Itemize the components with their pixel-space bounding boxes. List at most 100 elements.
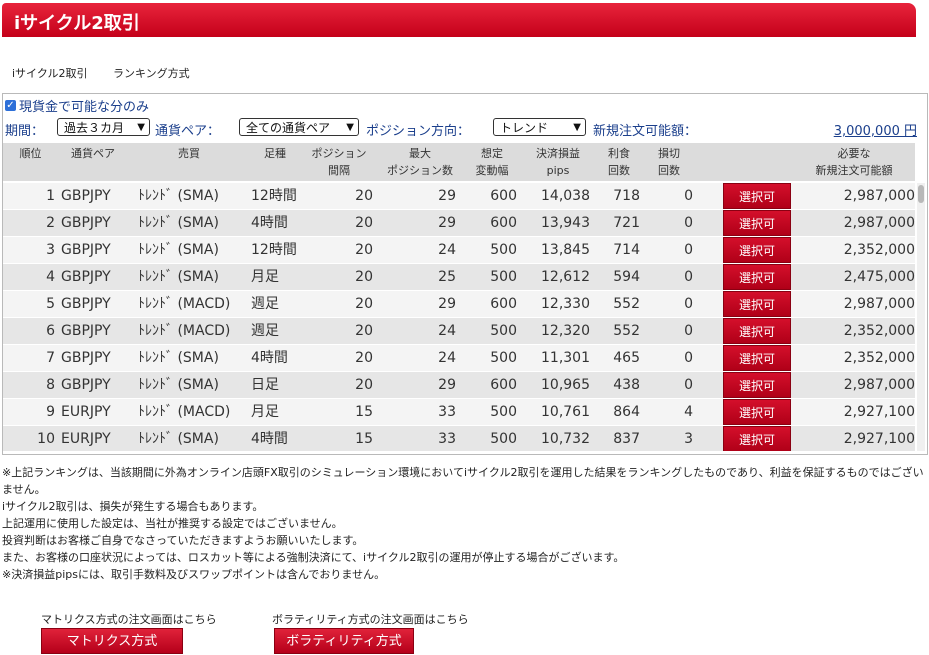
select-available-button[interactable]: 選択可 bbox=[723, 426, 791, 451]
cell-trade: ﾄﾚﾝﾄﾞ (SMA) bbox=[138, 242, 219, 258]
matrix-caption: マトリクス方式の注文画面はこちら bbox=[41, 613, 217, 626]
cell-profit-count: 438 bbox=[613, 377, 640, 393]
cell-loss-count: 0 bbox=[684, 269, 693, 285]
cell-required: 2,352,000 bbox=[843, 350, 915, 366]
cell-range: 500 bbox=[490, 431, 517, 447]
cell-loss-count: 4 bbox=[684, 404, 693, 420]
cell-timeframe: 12時間 bbox=[251, 188, 297, 204]
filter-bar: 期間： 過去３カ月 ▼ 通貨ペア： 全ての通貨ペア ▼ ポジション方向： トレン… bbox=[5, 116, 925, 140]
cell-required: 2,987,000 bbox=[843, 188, 915, 204]
cell-rank: 9 bbox=[46, 404, 55, 420]
select-available-button[interactable]: 選択可 bbox=[723, 345, 791, 371]
col-timeframe: 足種 bbox=[264, 147, 286, 160]
cell-trade: ﾄﾚﾝﾄﾞ (MACD) bbox=[138, 323, 231, 339]
select-available-button[interactable]: 選択可 bbox=[723, 264, 791, 290]
cell-pair: EURJPY bbox=[61, 404, 111, 420]
cell-max-pos: 24 bbox=[438, 242, 456, 258]
cell-required: 2,352,000 bbox=[843, 323, 915, 339]
cell-interval: 20 bbox=[355, 188, 373, 204]
table-row: 8 GBPJPY ﾄﾚﾝﾄﾞ (SMA) 日足 20 29 600 10,965 438 0 2,9… bbox=[3, 372, 915, 398]
cell-profit-count: 721 bbox=[613, 215, 640, 231]
table-header: 順位 通貨ペア 売買 足種 ポジション 間隔 最大 ポジション数 想定 変動幅 決済損… bbox=[3, 143, 915, 181]
cell-required: 2,927,100 bbox=[843, 431, 915, 447]
cell-pips: 10,761 bbox=[541, 404, 590, 420]
cell-rank: 8 bbox=[46, 377, 55, 393]
cell-pair: GBPJPY bbox=[61, 350, 111, 366]
cell-pair: EURJPY bbox=[61, 431, 111, 447]
cell-pips: 10,965 bbox=[541, 377, 590, 393]
cell-profit-count: 837 bbox=[613, 431, 640, 447]
direction-select[interactable]: トレンド ▼ bbox=[493, 118, 586, 136]
note-line: 上記運用に使用した設定は、当社が推奨する設定ではございません。 bbox=[2, 517, 343, 530]
col-trade: 売買 bbox=[178, 147, 200, 160]
cell-interval: 15 bbox=[355, 404, 373, 420]
period-select[interactable]: 過去３カ月 ▼ bbox=[57, 118, 150, 136]
cell-max-pos: 29 bbox=[438, 215, 456, 231]
note-line: また、お客様の口座状況によっては、ロスカット等による強制決済にて、iサイクル2取… bbox=[2, 551, 625, 564]
cell-rank: 4 bbox=[46, 269, 55, 285]
table-row: 7 GBPJPY ﾄﾚﾝﾄﾞ (SMA) 4時間 20 24 500 11,301 465 0 2,… bbox=[3, 345, 915, 371]
cash-only-checkbox-row[interactable]: ✓ 現貨金で可能な分のみ bbox=[5, 96, 149, 115]
cell-trade: ﾄﾚﾝﾄﾞ (SMA) bbox=[138, 215, 219, 231]
cell-max-pos: 24 bbox=[438, 350, 456, 366]
select-available-button[interactable]: 選択可 bbox=[723, 318, 791, 344]
note-line: ※決済損益pipsには、取引手数料及びスワップポイントは含んでおりません。 bbox=[2, 568, 386, 581]
note-line: 投資判断はお客様ご自身でなさっていただきますようお願いいたします。 bbox=[2, 534, 364, 547]
cell-pips: 10,732 bbox=[541, 431, 590, 447]
checkbox-checked-icon[interactable]: ✓ bbox=[5, 100, 16, 111]
margin-label: 新規注文可能額： bbox=[593, 124, 698, 139]
table-scrollbar[interactable] bbox=[917, 183, 925, 451]
col-profit-count: 利食 回数 bbox=[608, 147, 630, 177]
cell-interval: 15 bbox=[355, 431, 373, 447]
breadcrumb-item-ranking[interactable]: ランキング方式 bbox=[113, 67, 190, 80]
cell-pair: GBPJPY bbox=[61, 269, 111, 285]
volatility-mode-button[interactable]: ボラティリティ方式 bbox=[274, 628, 414, 654]
select-available-button[interactable]: 選択可 bbox=[723, 210, 791, 236]
cell-trade: ﾄﾚﾝﾄﾞ (SMA) bbox=[138, 377, 219, 393]
cash-only-label: 現貨金で可能な分のみ bbox=[19, 100, 150, 115]
page-header: iサイクル2取引 bbox=[2, 3, 916, 37]
margin-amount-link[interactable]: 3,000,000 円 bbox=[834, 120, 917, 139]
breadcrumb-item-icycle2[interactable]: iサイクル2取引 bbox=[12, 67, 88, 80]
select-available-button[interactable]: 選択可 bbox=[723, 399, 791, 425]
cell-profit-count: 714 bbox=[613, 242, 640, 258]
cell-max-pos: 29 bbox=[438, 296, 456, 312]
pair-select[interactable]: 全ての通貨ペア ▼ bbox=[239, 118, 359, 136]
table-row: 6 GBPJPY ﾄﾚﾝﾄﾞ (MACD) 週足 20 24 500 12,320 552 0 2,… bbox=[3, 318, 915, 344]
cell-loss-count: 3 bbox=[684, 431, 693, 447]
cell-timeframe: 4時間 bbox=[251, 431, 288, 447]
col-loss-count: 損切 回数 bbox=[658, 147, 680, 177]
select-available-button[interactable]: 選択可 bbox=[723, 183, 791, 209]
scrollbar-thumb[interactable] bbox=[918, 185, 924, 203]
page-title: iサイクル2取引 bbox=[14, 13, 140, 34]
select-available-button[interactable]: 選択可 bbox=[723, 372, 791, 398]
cell-interval: 20 bbox=[355, 323, 373, 339]
cell-pair: GBPJPY bbox=[61, 188, 111, 204]
cell-pair: GBPJPY bbox=[61, 215, 111, 231]
cell-range: 600 bbox=[490, 377, 517, 393]
table-row: 9 EURJPY ﾄﾚﾝﾄﾞ (MACD) 月足 15 33 500 10,761 864 4 2,… bbox=[3, 399, 915, 425]
cell-rank: 1 bbox=[46, 188, 55, 204]
select-available-button[interactable]: 選択可 bbox=[723, 237, 791, 263]
cell-loss-count: 0 bbox=[684, 377, 693, 393]
ranking-panel: ✓ 現貨金で可能な分のみ 期間： 過去３カ月 ▼ 通貨ペア： 全ての通貨ペア ▼… bbox=[2, 93, 928, 455]
cell-trade: ﾄﾚﾝﾄﾞ (SMA) bbox=[138, 269, 219, 285]
cell-profit-count: 552 bbox=[613, 296, 640, 312]
cell-interval: 20 bbox=[355, 269, 373, 285]
cell-pips: 11,301 bbox=[541, 350, 590, 366]
table-row: 3 GBPJPY ﾄﾚﾝﾄﾞ (SMA) 12時間 20 24 500 13,845 714 0 2… bbox=[3, 237, 915, 263]
cell-pair: GBPJPY bbox=[61, 323, 111, 339]
cell-rank: 7 bbox=[46, 350, 55, 366]
cell-range: 600 bbox=[490, 188, 517, 204]
period-select-value: 過去３カ月 bbox=[64, 121, 125, 135]
matrix-mode-button[interactable]: マトリクス方式 bbox=[41, 628, 183, 654]
note-line: iサイクル2取引は、損失が発生する場合もあります。 bbox=[2, 500, 264, 513]
select-available-button[interactable]: 選択可 bbox=[723, 291, 791, 317]
cell-timeframe: 月足 bbox=[251, 404, 279, 420]
table-row: 4 GBPJPY ﾄﾚﾝﾄﾞ (SMA) 月足 20 25 500 12,612 594 0 2,4… bbox=[3, 264, 915, 290]
cell-trade: ﾄﾚﾝﾄﾞ (MACD) bbox=[138, 404, 231, 420]
cell-loss-count: 0 bbox=[684, 188, 693, 204]
cell-rank: 2 bbox=[46, 215, 55, 231]
cell-pair: GBPJPY bbox=[61, 242, 111, 258]
cell-range: 600 bbox=[490, 296, 517, 312]
